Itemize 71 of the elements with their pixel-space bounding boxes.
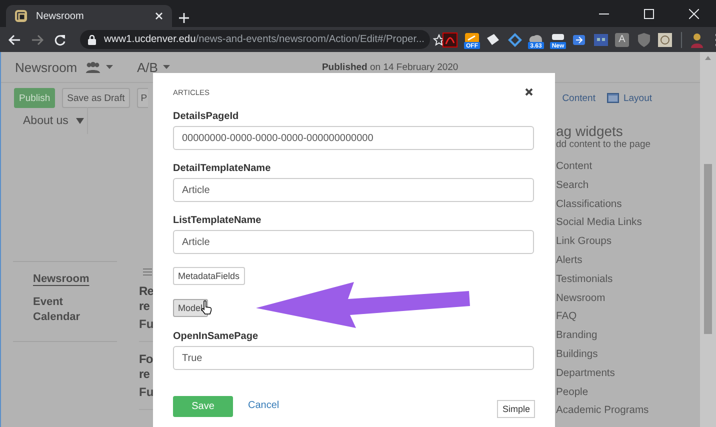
cancel-link[interactable]: Cancel — [248, 400, 280, 411]
panel-heading: ag widgets — [556, 123, 624, 139]
article-title[interactable]: Fo — [139, 352, 153, 367]
widget-item[interactable]: People — [556, 386, 700, 400]
widget-item[interactable]: Newsroom — [556, 292, 700, 306]
reload-icon[interactable] — [54, 34, 66, 46]
widget-item[interactable]: Testimonials — [556, 272, 700, 286]
caret-icon — [76, 118, 84, 124]
extension-icon[interactable]: A — [615, 32, 629, 46]
menu-item[interactable]: About us — [23, 114, 68, 126]
article-meta: Fu — [139, 317, 153, 331]
widget-item[interactable]: Search — [556, 178, 700, 192]
back-icon[interactable] — [8, 34, 21, 46]
publish-button[interactable]: Publish — [14, 88, 56, 108]
field-label: DetailsPageId — [173, 111, 240, 122]
profile-avatar-icon[interactable] — [689, 32, 705, 48]
input-field[interactable]: 00000000-0000-0000-0000-000000000000 — [173, 126, 534, 150]
audience-dropdown[interactable] — [85, 61, 113, 73]
extension-icon[interactable] — [485, 32, 501, 48]
widget-item[interactable]: Content — [556, 160, 700, 174]
new-tab-icon[interactable] — [179, 13, 189, 23]
save-button[interactable]: Save — [173, 396, 233, 417]
view-tab[interactable]: Layout — [623, 92, 652, 104]
widget-item[interactable]: Departments — [556, 366, 700, 380]
site-title: Newsroom — [15, 60, 78, 74]
input-field[interactable]: True — [173, 346, 534, 370]
ab-test-dropdown[interactable]: A/B — [137, 60, 158, 74]
panel-hint: dd content to the page — [556, 139, 652, 150]
url-text: www1.ucdenver.edu/news-and-events/newsroom/Action/Edit#/Proper... — [104, 34, 425, 45]
input-field[interactable]: Article — [173, 230, 534, 254]
view-tab[interactable]: Content — [562, 92, 596, 104]
layout-icon — [607, 93, 620, 103]
caret-icon — [106, 65, 113, 69]
nav-link[interactable]: Newsroom — [33, 272, 93, 287]
lock-icon — [88, 34, 96, 44]
favicon-icon — [15, 10, 27, 22]
mode-button[interactable]: Simple — [497, 400, 535, 418]
field-label: OpenInSamePage — [173, 331, 260, 342]
field-label: ListTemplateName — [173, 215, 262, 226]
field-label: DetailTemplateName — [173, 163, 272, 174]
maximize-icon[interactable] — [644, 8, 654, 18]
scrollbar-thumb[interactable] — [704, 164, 712, 334]
publish-status: Published on 14 February 2020 — [322, 62, 458, 72]
tab-title: Newsroom — [36, 10, 85, 22]
article-title[interactable]: re — [139, 367, 153, 382]
article-title[interactable]: re — [139, 299, 153, 314]
widget-item[interactable]: FAQ — [556, 310, 700, 324]
widget-item[interactable]: Academic Programs — [556, 404, 700, 418]
star-icon[interactable] — [432, 34, 445, 46]
widget-item[interactable]: Social Media Links — [556, 216, 700, 230]
toolbar-button[interactable]: P — [136, 88, 148, 108]
toolbar-button[interactable]: Save as Draft — [62, 88, 130, 108]
extension-icon[interactable] — [657, 32, 673, 48]
field-button[interactable]: Model — [173, 299, 208, 317]
caret-icon — [162, 65, 170, 69]
field-button[interactable]: MetadataFields — [173, 267, 245, 285]
forward-icon[interactable] — [31, 34, 44, 46]
widget-item[interactable]: Link Groups — [556, 235, 700, 249]
people-icon — [85, 61, 101, 73]
extension-icon[interactable] — [592, 32, 608, 48]
article-title[interactable]: Re — [139, 284, 153, 299]
nav-link[interactable]: Event Calendar — [33, 295, 93, 325]
browser-tab[interactable]: Newsroom — [6, 5, 172, 27]
article-meta: Fu — [139, 385, 153, 399]
widget-item[interactable]: Alerts — [556, 254, 700, 268]
widget-item[interactable]: Branding — [556, 329, 700, 343]
widget-item[interactable]: Buildings — [556, 348, 700, 362]
pointer-cursor-icon — [201, 300, 212, 315]
widget-item[interactable]: Classifications — [556, 198, 700, 212]
close-icon[interactable] — [525, 88, 533, 96]
input-field[interactable]: Article — [173, 178, 534, 202]
